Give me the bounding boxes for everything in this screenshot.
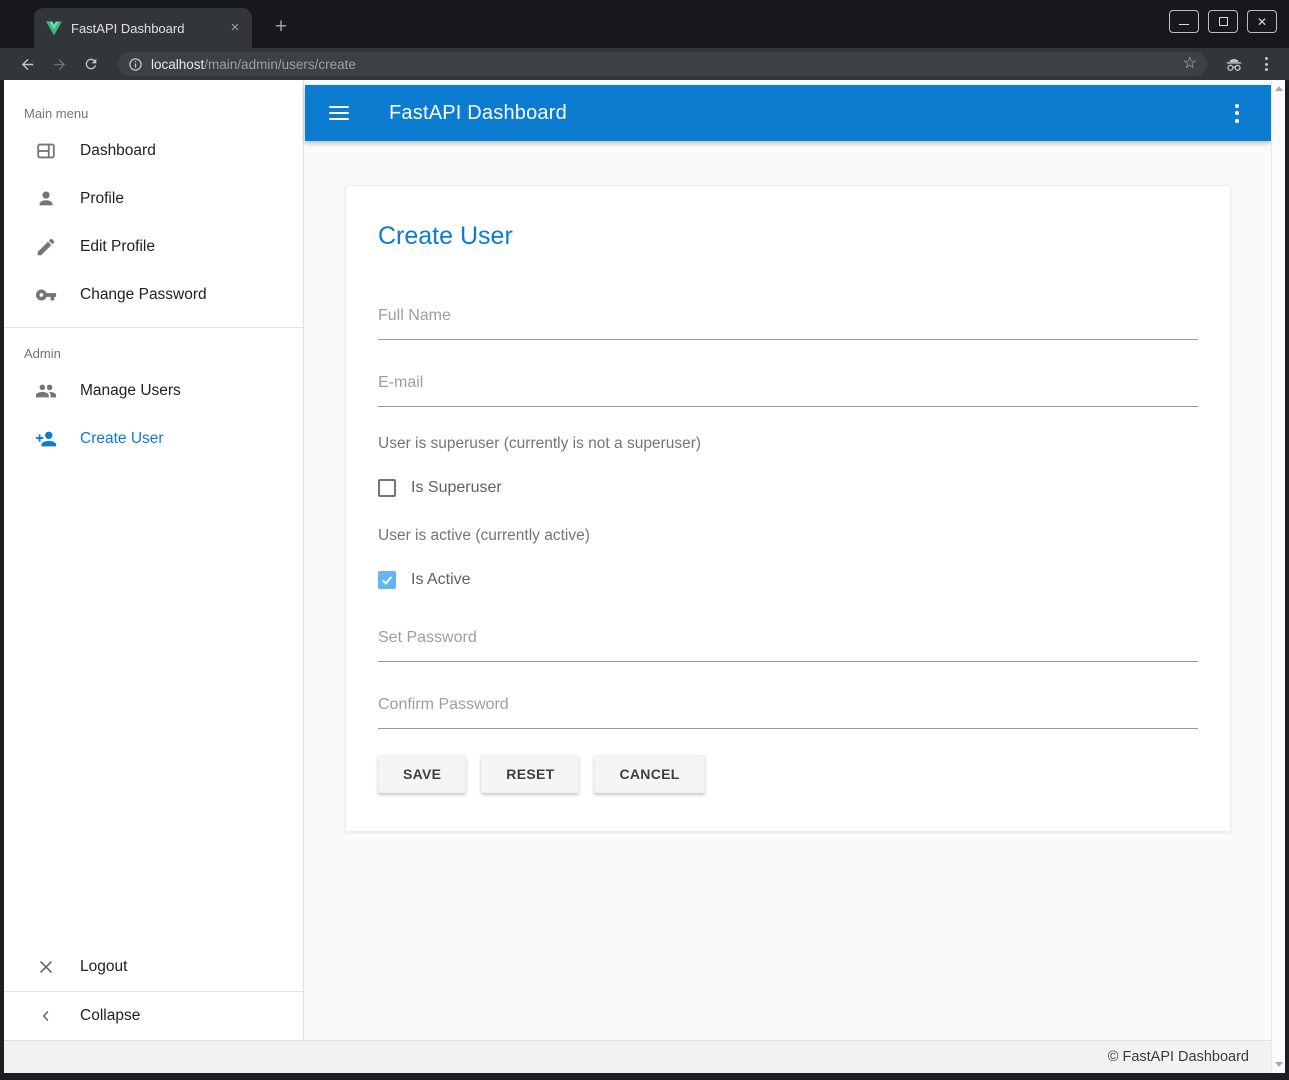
scrollbar-up-icon[interactable] — [1275, 86, 1283, 91]
forward-arrow-icon — [51, 56, 68, 73]
sidebar-item-dashboard[interactable]: Dashboard — [4, 127, 303, 175]
incognito-icon — [1225, 57, 1243, 72]
tab-close-icon[interactable]: × — [226, 19, 244, 37]
email-input[interactable] — [378, 370, 1198, 407]
scrollbar[interactable] — [1271, 80, 1285, 1073]
back-button[interactable] — [14, 51, 40, 77]
confirm-password-input[interactable] — [378, 692, 1198, 729]
sidebar-section-main-menu: Main menu — [4, 80, 303, 127]
browser-tab-bar: FastAPI Dashboard × + ✕ — [0, 0, 1289, 48]
reload-button[interactable] — [78, 51, 104, 77]
create-user-card: Create User User is superuser (currently… — [345, 185, 1231, 832]
vue-logo-icon — [46, 21, 62, 36]
full-name-input[interactable] — [378, 303, 1198, 340]
full-name-field-wrap — [378, 303, 1198, 340]
sidebar-item-logout[interactable]: Logout — [4, 943, 303, 991]
minimize-button[interactable] — [1169, 10, 1199, 33]
sidebar-item-label: Change Password — [80, 286, 207, 304]
sidebar-item-profile[interactable]: Profile — [4, 175, 303, 223]
sidebar-item-label: Create User — [80, 430, 164, 448]
back-arrow-icon — [19, 56, 36, 73]
footer: © FastAPI Dashboard — [4, 1040, 1271, 1073]
sidebar-item-create-user[interactable]: Create User — [4, 415, 303, 463]
active-hint: User is active (currently active) — [378, 527, 1198, 545]
browser-tab[interactable]: FastAPI Dashboard × — [34, 8, 252, 48]
is-active-checkbox[interactable] — [378, 571, 396, 589]
forward-button[interactable] — [46, 51, 72, 77]
incognito-button[interactable] — [1221, 51, 1247, 77]
browser-toolbar: localhost/main/admin/users/create ☆ — [0, 48, 1289, 80]
set-password-input[interactable] — [378, 625, 1198, 662]
scrollbar-down-icon[interactable] — [1275, 1062, 1283, 1067]
appbar-menu-icon[interactable] — [1225, 104, 1249, 123]
sidebar-item-label: Dashboard — [80, 142, 156, 160]
sidebar-item-label: Collapse — [80, 1007, 140, 1025]
main-content: FastAPI Dashboard Create User User is su… — [305, 80, 1271, 1040]
page-title: Create User — [378, 222, 1198, 251]
sidebar-item-edit-profile[interactable]: Edit Profile — [4, 223, 303, 271]
sidebar-spacer — [4, 463, 303, 943]
browser-menu-button[interactable] — [1253, 51, 1279, 77]
close-window-button[interactable]: ✕ — [1247, 10, 1277, 33]
kebab-menu-icon — [1253, 57, 1279, 71]
page: Main menu Dashboard Profile Edit Profile… — [4, 80, 1285, 1073]
url-bar[interactable]: localhost/main/admin/users/create ☆ — [118, 52, 1207, 76]
people-icon — [34, 379, 58, 403]
person-icon — [34, 187, 58, 211]
bookmark-star-icon[interactable]: ☆ — [1183, 56, 1197, 72]
superuser-hint: User is superuser (currently is not a su… — [378, 435, 1198, 453]
email-field-wrap — [378, 370, 1198, 407]
sidebar-section-admin: Admin — [4, 328, 303, 367]
confirm-password-field-wrap — [378, 692, 1198, 729]
chevron-left-icon — [34, 1004, 58, 1028]
checkbox-label: Is Superuser — [411, 479, 502, 497]
sidebar-item-label: Logout — [80, 958, 127, 976]
close-x-icon — [34, 955, 58, 979]
is-superuser-checkbox-row[interactable]: Is Superuser — [378, 479, 1198, 497]
cancel-button[interactable]: CANCEL — [594, 755, 704, 793]
sidebar-item-change-password[interactable]: Change Password — [4, 271, 303, 319]
check-icon — [380, 573, 394, 587]
tab-title: FastAPI Dashboard — [71, 21, 226, 36]
set-password-field-wrap — [378, 625, 1198, 662]
hamburger-menu-icon[interactable] — [329, 106, 349, 120]
url-host: localhost — [151, 57, 204, 72]
appbar-title: FastAPI Dashboard — [389, 102, 567, 125]
appbar: FastAPI Dashboard — [305, 85, 1271, 141]
sidebar-item-manage-users[interactable]: Manage Users — [4, 367, 303, 415]
person-add-icon — [34, 427, 58, 451]
url-path: /main/admin/users/create — [204, 57, 356, 72]
checkbox-label: Is Active — [411, 571, 471, 589]
footer-copyright: © FastAPI Dashboard — [1108, 1049, 1249, 1065]
sidebar-item-label: Profile — [80, 190, 124, 208]
dashboard-icon — [34, 139, 58, 163]
sidebar-item-label: Edit Profile — [80, 238, 155, 256]
maximize-button[interactable] — [1208, 10, 1238, 33]
key-icon — [34, 283, 58, 307]
sidebar-item-label: Manage Users — [80, 382, 181, 400]
sidebar: Main menu Dashboard Profile Edit Profile… — [4, 80, 304, 1040]
window-controls: ✕ — [1169, 10, 1277, 33]
site-info-icon[interactable] — [128, 57, 143, 72]
new-tab-button[interactable]: + — [266, 13, 296, 43]
reset-button[interactable]: RESET — [481, 755, 579, 793]
pencil-icon — [34, 235, 58, 259]
sidebar-item-collapse[interactable]: Collapse — [4, 992, 303, 1040]
is-superuser-checkbox[interactable] — [378, 479, 396, 497]
form-buttons: SAVE RESET CANCEL — [378, 755, 1198, 793]
is-active-checkbox-row[interactable]: Is Active — [378, 571, 1198, 589]
url-text[interactable]: localhost/main/admin/users/create — [151, 57, 1183, 72]
reload-icon — [83, 56, 99, 72]
save-button[interactable]: SAVE — [378, 755, 466, 793]
